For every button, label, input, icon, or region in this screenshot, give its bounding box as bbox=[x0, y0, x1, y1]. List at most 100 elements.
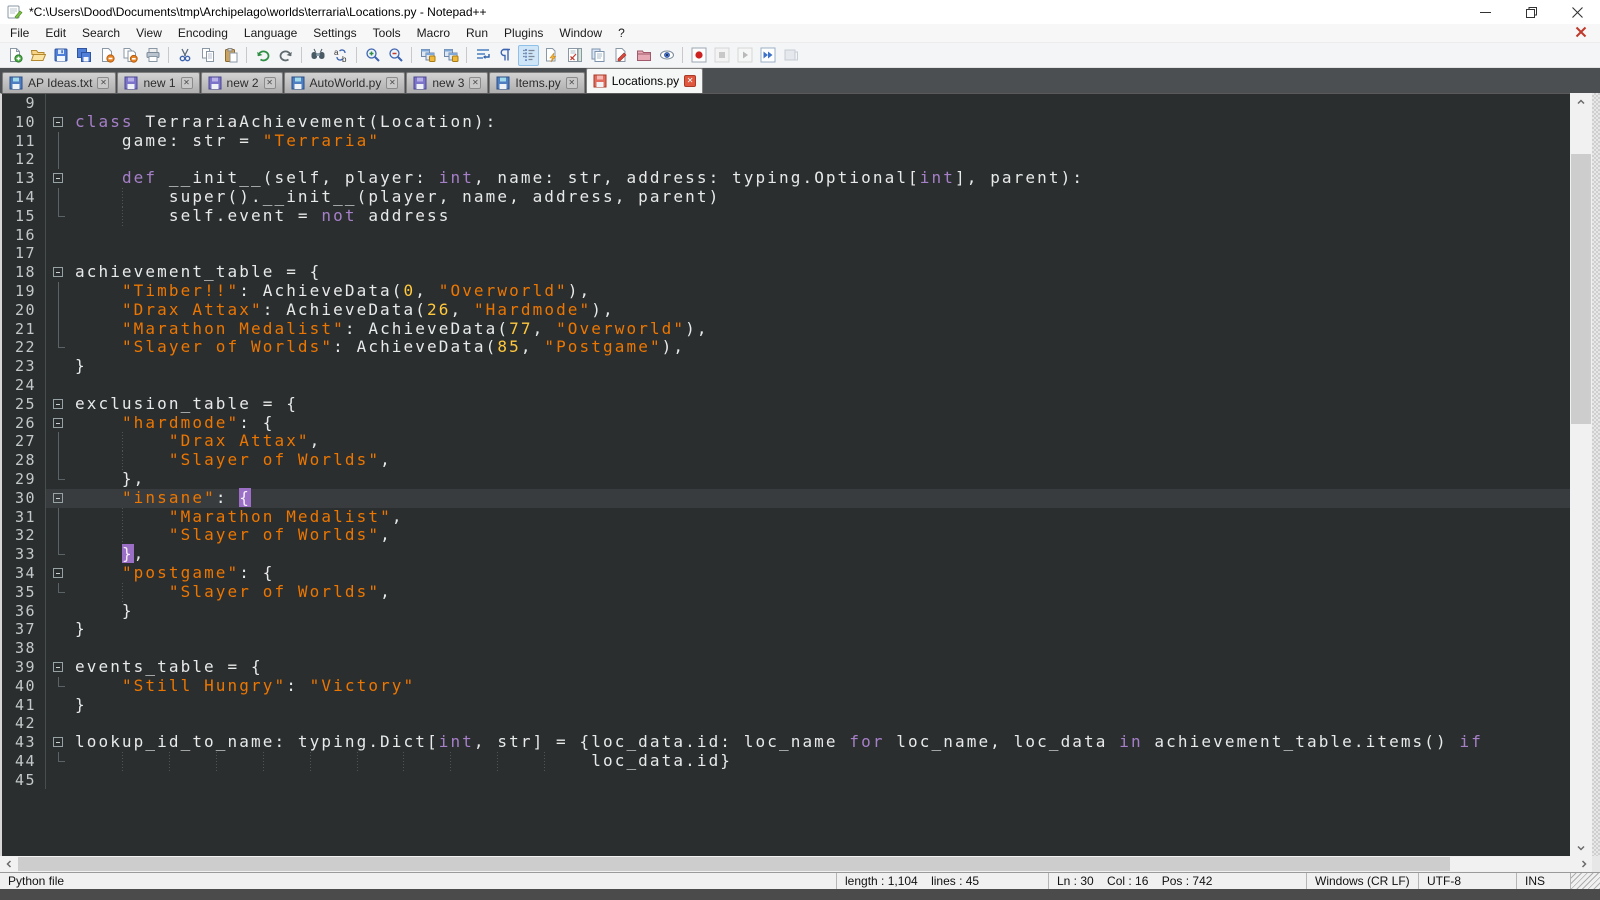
menu-language[interactable]: Language bbox=[236, 24, 305, 43]
close-button[interactable] bbox=[1554, 0, 1600, 24]
tab-close-icon[interactable]: ✕ bbox=[684, 75, 696, 87]
code-line[interactable]: 9 bbox=[2, 94, 1570, 113]
scroll-left-arrow[interactable] bbox=[0, 856, 17, 872]
tab-close-icon[interactable]: ✕ bbox=[386, 77, 398, 89]
folder-as-workspace-icon[interactable] bbox=[633, 45, 654, 66]
code-line[interactable]: 37} bbox=[2, 620, 1570, 639]
find-icon[interactable] bbox=[307, 45, 328, 66]
fold-collapse-icon[interactable] bbox=[46, 658, 71, 677]
code-line[interactable]: 13 def __init__(self, player: int, name:… bbox=[2, 169, 1570, 188]
code-line[interactable]: 38 bbox=[2, 639, 1570, 658]
save-all-icon[interactable] bbox=[73, 45, 94, 66]
close-icon[interactable] bbox=[96, 45, 117, 66]
cut-icon[interactable] bbox=[174, 45, 195, 66]
menu-search[interactable]: Search bbox=[74, 24, 128, 43]
code-line[interactable]: 33 }, bbox=[2, 545, 1570, 564]
macro-stop-icon[interactable] bbox=[711, 45, 732, 66]
code-line[interactable]: 43lookup_id_to_name: typing.Dict[int, st… bbox=[2, 733, 1570, 752]
menu-view[interactable]: View bbox=[128, 24, 170, 43]
fold-collapse-icon[interactable] bbox=[46, 733, 71, 752]
code-line[interactable]: 30 "insane": { bbox=[2, 489, 1570, 508]
macro-record-icon[interactable] bbox=[688, 45, 709, 66]
vertical-scrollbar[interactable] bbox=[1570, 93, 1592, 856]
tab-autoworld-py[interactable]: AutoWorld.py✕ bbox=[284, 72, 406, 93]
code-line[interactable]: 44 loc_data.id} bbox=[2, 752, 1570, 771]
menu-run[interactable]: Run bbox=[458, 24, 496, 43]
close-all-icon[interactable] bbox=[119, 45, 140, 66]
fold-collapse-icon[interactable] bbox=[46, 489, 71, 508]
document-switcher-icon[interactable] bbox=[587, 45, 608, 66]
document-map-icon[interactable] bbox=[564, 45, 585, 66]
sync-horizontal-scroll-icon[interactable] bbox=[440, 45, 461, 66]
fold-collapse-icon[interactable] bbox=[46, 395, 71, 414]
tab-new-3[interactable]: new 3✕ bbox=[406, 72, 488, 93]
tab-new-1[interactable]: new 1✕ bbox=[117, 72, 199, 93]
menu-macro[interactable]: Macro bbox=[409, 24, 458, 43]
code-line[interactable]: 19 "Timber!!": AchieveData(0, "Overworld… bbox=[2, 282, 1570, 301]
fold-collapse-icon[interactable] bbox=[46, 113, 71, 132]
code-line[interactable]: 22 "Slayer of Worlds": AchieveData(85, "… bbox=[2, 338, 1570, 357]
code-line[interactable]: 29 }, bbox=[2, 470, 1570, 489]
menu-window[interactable]: Window bbox=[551, 24, 610, 43]
menu-settings[interactable]: Settings bbox=[305, 24, 364, 43]
preview-icon[interactable] bbox=[656, 45, 677, 66]
tab-close-icon[interactable]: ✕ bbox=[469, 77, 481, 89]
code-line[interactable]: 25exclusion_table = { bbox=[2, 395, 1570, 414]
code-editor[interactable]: 910class TerrariaAchievement(Location):1… bbox=[0, 93, 1570, 856]
sync-vertical-scroll-icon[interactable] bbox=[417, 45, 438, 66]
tab-ap-ideas-txt[interactable]: AP Ideas.txt✕ bbox=[2, 72, 116, 93]
macro-save-icon[interactable] bbox=[780, 45, 801, 66]
code-line[interactable]: 12 bbox=[2, 150, 1570, 169]
code-line[interactable]: 45 bbox=[2, 771, 1570, 790]
menu-plugins[interactable]: Plugins bbox=[496, 24, 551, 43]
code-line[interactable]: 17 bbox=[2, 244, 1570, 263]
tab-close-icon[interactable]: ✕ bbox=[264, 77, 276, 89]
tab-locations-py[interactable]: Locations.py✕ bbox=[586, 68, 703, 93]
file-monitoring-icon[interactable] bbox=[610, 45, 631, 66]
code-line[interactable]: 40 "Still Hungry": "Victory" bbox=[2, 677, 1570, 696]
code-line[interactable]: 10class TerrariaAchievement(Location): bbox=[2, 113, 1570, 132]
word-wrap-icon[interactable] bbox=[472, 45, 493, 66]
code-line[interactable]: 21 "Marathon Medalist": AchieveData(77, … bbox=[2, 320, 1570, 339]
undo-icon[interactable] bbox=[252, 45, 273, 66]
code-line[interactable]: 35 "Slayer of Worlds", bbox=[2, 583, 1570, 602]
code-line[interactable]: 27 "Drax Attax", bbox=[2, 432, 1570, 451]
code-line[interactable]: 26 "hardmode": { bbox=[2, 414, 1570, 433]
scroll-down-arrow[interactable] bbox=[1570, 839, 1592, 856]
indent-guide-icon[interactable] bbox=[518, 45, 539, 66]
code-line[interactable]: 11 game: str = "Terraria" bbox=[2, 132, 1570, 151]
minimize-button[interactable] bbox=[1462, 0, 1508, 24]
restore-button[interactable] bbox=[1508, 0, 1554, 24]
tab-close-icon[interactable]: ✕ bbox=[97, 77, 109, 89]
code-line[interactable]: 14 super().__init__(player, name, addres… bbox=[2, 188, 1570, 207]
code-line[interactable]: 23} bbox=[2, 357, 1570, 376]
code-line[interactable]: 41} bbox=[2, 696, 1570, 715]
vertical-scroll-thumb[interactable] bbox=[1571, 154, 1591, 424]
horizontal-scrollbar[interactable] bbox=[0, 856, 1592, 872]
menu-file[interactable]: File bbox=[2, 24, 37, 43]
show-all-characters-icon[interactable] bbox=[495, 45, 516, 66]
menu-help[interactable]: ? bbox=[610, 24, 633, 43]
code-line[interactable]: 15 self.event = not address bbox=[2, 207, 1570, 226]
menu-tools[interactable]: Tools bbox=[365, 24, 409, 43]
document-close-icon[interactable] bbox=[1574, 25, 1590, 41]
fold-collapse-icon[interactable] bbox=[46, 414, 71, 433]
print-icon[interactable] bbox=[142, 45, 163, 66]
code-line[interactable]: 24 bbox=[2, 376, 1570, 395]
code-line[interactable]: 31 "Marathon Medalist", bbox=[2, 508, 1570, 527]
scroll-up-arrow[interactable] bbox=[1570, 93, 1592, 110]
menu-edit[interactable]: Edit bbox=[37, 24, 74, 43]
replace-icon[interactable]: ab bbox=[330, 45, 351, 66]
scroll-right-arrow[interactable] bbox=[1575, 856, 1592, 872]
open-icon[interactable] bbox=[27, 45, 48, 66]
zoom-in-icon[interactable] bbox=[362, 45, 383, 66]
horizontal-scroll-thumb[interactable] bbox=[18, 857, 1450, 871]
tab-close-icon[interactable]: ✕ bbox=[181, 77, 193, 89]
code-line[interactable]: 18achievement_table = { bbox=[2, 263, 1570, 282]
fold-collapse-icon[interactable] bbox=[46, 169, 71, 188]
macro-run-multiple-icon[interactable] bbox=[757, 45, 778, 66]
save-icon[interactable] bbox=[50, 45, 71, 66]
tab-items-py[interactable]: Items.py✕ bbox=[489, 72, 584, 93]
code-line[interactable]: 42 bbox=[2, 714, 1570, 733]
menu-encoding[interactable]: Encoding bbox=[170, 24, 236, 43]
